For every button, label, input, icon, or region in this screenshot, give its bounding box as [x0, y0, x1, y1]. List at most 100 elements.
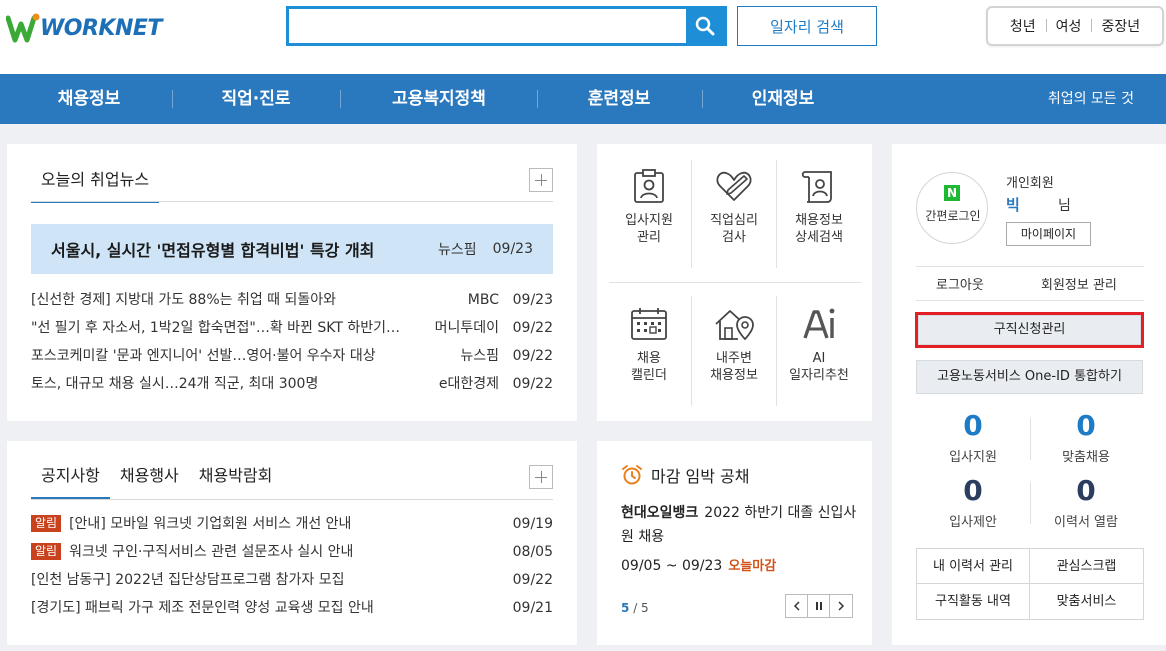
job-activity-button[interactable]: 구직활동 내역	[917, 584, 1030, 619]
tab-hiring-events[interactable]: 채용행사	[110, 459, 189, 499]
next-button[interactable]	[830, 595, 852, 617]
site-header: WORKNET 일자리 검색 청년 여성 중장년	[0, 0, 1166, 74]
deadline-page-current: 5	[621, 601, 630, 615]
job-search-button[interactable]: 일자리 검색	[737, 6, 877, 46]
news-panel-title[interactable]: 오늘의 취업뉴스	[31, 166, 159, 203]
scrap-button[interactable]: 관심스크랩	[1030, 549, 1143, 584]
job-request-management-button[interactable]: 구직신청관리	[915, 312, 1144, 348]
alert-badge: 알림	[31, 543, 62, 560]
notice-item[interactable]: 알림 워크넷 구인·구직서비스 관련 설문조사 실시 안내 08/05	[31, 538, 553, 566]
nav-item-training[interactable]: 훈련정보	[560, 74, 678, 124]
chevron-right-icon	[838, 601, 845, 611]
prev-button[interactable]	[786, 595, 808, 617]
divider	[916, 300, 1144, 301]
clipboard-user-icon	[634, 169, 664, 203]
tab-job-fairs[interactable]: 채용박람회	[189, 459, 283, 499]
deadline-tag: 오늘마감	[728, 559, 777, 574]
scroll-user-icon	[801, 171, 832, 203]
news-item-date: 09/23	[512, 292, 553, 308]
quick-menu-psych-test[interactable]: 직업심리 검사	[692, 168, 776, 246]
news-item-source: 뉴스핌	[460, 348, 499, 364]
user-panel: N 간편로그인 개인회원 빅 님 마이페이지 로그아웃 회원정보 관리 구직신청…	[892, 144, 1166, 645]
notice-item-title: [경기도] 패브릭 가구 제조 전문인력 양성 교육생 모집 안내	[31, 600, 374, 616]
one-id-integration-button[interactable]: 고용노동서비스 One-ID 통합하기	[916, 360, 1143, 394]
quick-menu-hiring-calendar[interactable]: 채용 캘린더	[607, 306, 691, 384]
deadline-posting[interactable]: 현대오일뱅크 2022 하반기 대졸 신입사원 채용	[621, 501, 857, 549]
news-item-source: MBC	[467, 292, 499, 308]
quick-menu-label: 채용정보 상세검색	[795, 213, 843, 245]
divider	[31, 201, 553, 202]
quick-menu-label: 입사지원 관리	[625, 213, 673, 245]
pause-icon	[815, 602, 822, 610]
nav-item-jobs[interactable]: 채용정보	[30, 74, 148, 124]
deadline-header: 마감 임박 공채	[621, 463, 750, 487]
stat-matched-jobs[interactable]: 0 맞춤채용	[1029, 410, 1143, 466]
quick-link-middle-aged[interactable]: 중장년	[1091, 16, 1150, 36]
nav-item-welfare-policy[interactable]: 고용복지정책	[368, 74, 510, 124]
stat-label: 입사지원	[949, 450, 997, 465]
quick-menu-nearby-jobs[interactable]: 내주변 채용정보	[692, 306, 776, 384]
my-resume-button[interactable]: 내 이력서 관리	[917, 549, 1030, 584]
stat-resume-views[interactable]: 0 이력서 열람	[1029, 475, 1143, 531]
quick-menu-detailed-job-search[interactable]: 채용정보 상세검색	[777, 168, 861, 246]
divider	[31, 499, 553, 500]
quick-menu-application-management[interactable]: 입사지원 관리	[607, 168, 691, 246]
stat-value: 0	[963, 409, 983, 442]
news-item-date: 09/22	[512, 320, 553, 336]
notice-tabs: 공지사항 채용행사 채용박람회	[31, 459, 282, 499]
member-type: 개인회원	[1006, 176, 1054, 191]
worknet-logo-icon	[6, 13, 40, 43]
notice-item-date: 08/05	[512, 544, 553, 560]
notice-item[interactable]: 알림 [안내] 모바일 워크넷 기업회원 서비스 개선 안내 09/19	[31, 511, 553, 538]
custom-service-button[interactable]: 맞춤서비스	[1030, 584, 1143, 619]
nav-item-career[interactable]: 직업·진로	[196, 74, 316, 124]
quick-link-youth[interactable]: 청년	[1000, 16, 1046, 36]
search-box	[286, 6, 727, 46]
news-item-source: 머니투데이	[434, 320, 499, 336]
quick-link-women[interactable]: 여성	[1045, 16, 1092, 36]
notice-item-date: 09/21	[512, 600, 553, 616]
news-item-source: e대한경제	[438, 376, 499, 392]
divider	[609, 282, 861, 283]
house-pin-icon	[715, 310, 754, 341]
stat-label: 맞춤채용	[1062, 450, 1110, 465]
notice-item[interactable]: [경기도] 패브릭 가구 제조 전문인력 양성 교육생 모집 안내 09/21	[31, 594, 553, 622]
deadline-pagination: 5 / 5	[621, 601, 649, 615]
search-input[interactable]	[289, 9, 687, 43]
logout-link[interactable]: 로그아웃	[936, 274, 984, 293]
headline-source: 뉴스핌	[438, 242, 477, 258]
user-honorific: 님	[1058, 198, 1071, 214]
pause-button[interactable]	[808, 595, 830, 617]
news-item[interactable]: "선 필기 후 자소서, 1박2일 합숙면접"…확 바뀐 SKT 하반기… 머니…	[31, 314, 553, 342]
nav-all-about-jobs[interactable]: 취업의 모든 것	[1048, 74, 1134, 124]
deadline-panel: 마감 임박 공채 현대오일뱅크 2022 하반기 대졸 신입사원 채용 09/05…	[597, 441, 872, 645]
stat-label: 이력서 열람	[1054, 515, 1118, 530]
logo-text: WORKNET	[40, 15, 162, 41]
news-headline[interactable]: 서울시, 실시간 '면접유형별 합격비법' 특강 개최 뉴스핌 09/23	[31, 224, 553, 274]
naver-simple-login[interactable]: N 간편로그인	[916, 172, 988, 244]
news-item-title: 포스코케미칼 '문과 엔지니어' 선발…영어·불어 우수자 대상	[31, 348, 376, 364]
stat-applications[interactable]: 0 입사지원	[916, 409, 1030, 466]
worknet-logo[interactable]: WORKNET	[6, 10, 162, 46]
news-item[interactable]: [신선한 경제] 지방대 가도 88%는 취업 때 되돌아와 MBC 09/23	[31, 286, 553, 314]
simple-login-label: 간편로그인	[925, 209, 981, 223]
stat-offers[interactable]: 0 입사제안	[916, 475, 1030, 531]
notice-item-title: [인천 남동구] 2022년 집단상담프로그램 참가자 모집	[31, 572, 345, 588]
mypage-button[interactable]: 마이페이지	[1006, 222, 1091, 246]
news-item[interactable]: 토스, 대규모 채용 실시…24개 직군, 최대 300명 e대한경제 09/2…	[31, 370, 553, 398]
notice-more-button[interactable]	[529, 465, 553, 489]
notice-item-title: 워크넷 구인·구직서비스 관련 설문조사 실시 안내	[69, 544, 354, 560]
tab-notices[interactable]: 공지사항	[31, 459, 110, 499]
deadline-period-row: 09/05 ~ 09/23 오늘마감	[621, 555, 776, 574]
member-info-link[interactable]: 회원정보 관리	[1041, 274, 1117, 293]
nav-item-talent[interactable]: 인재정보	[724, 74, 842, 124]
news-item-title: "선 필기 후 자소서, 1박2일 합숙면접"…확 바뀐 SKT 하반기…	[31, 320, 400, 336]
deadline-title: 마감 임박 공채	[651, 467, 750, 486]
news-item[interactable]: 포스코케미칼 '문과 엔지니어' 선발…영어·불어 우수자 대상 뉴스핌 09/…	[31, 342, 553, 370]
headline-title: 서울시, 실시간 '면접유형별 합격비법' 특강 개최	[51, 241, 375, 260]
news-more-button[interactable]	[529, 168, 553, 192]
quick-menu-ai-recommend[interactable]: AI 일자리추천	[777, 306, 861, 384]
search-button[interactable]	[686, 9, 724, 43]
news-panel: 오늘의 취업뉴스 서울시, 실시간 '면접유형별 합격비법' 특강 개최 뉴스핌…	[7, 144, 577, 421]
notice-item[interactable]: [인천 남동구] 2022년 집단상담프로그램 참가자 모집 09/22	[31, 566, 553, 594]
